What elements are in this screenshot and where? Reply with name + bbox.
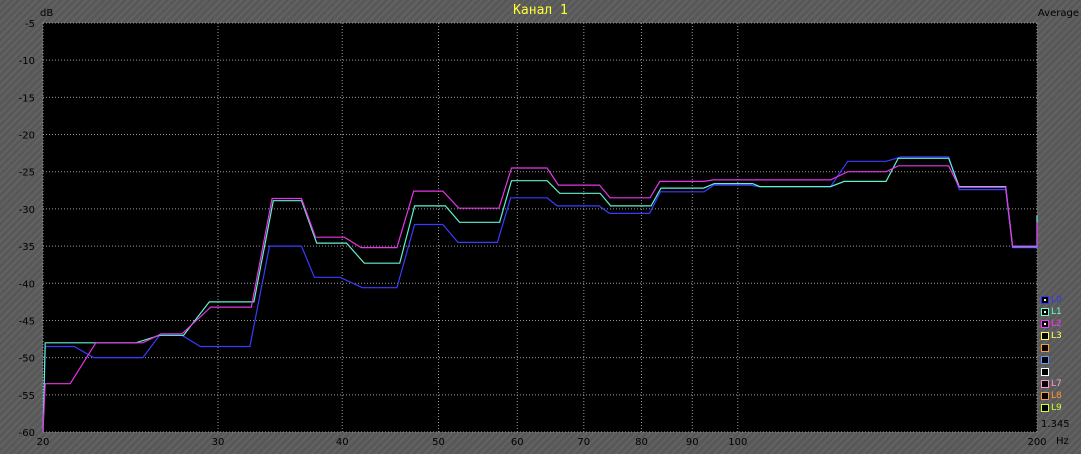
x-tick-label: 100 <box>728 437 747 448</box>
y-tick-label: -10 <box>19 56 35 67</box>
legend-label: L8 <box>1051 391 1062 401</box>
x-tick-label: 60 <box>511 437 524 448</box>
legend-label: L2 <box>1051 319 1062 329</box>
x-tick-label: 20 <box>37 437 50 448</box>
legend-item[interactable] <box>1041 366 1081 378</box>
x-tick-label: 90 <box>686 437 699 448</box>
x-axis-ticks: 20 30 40 50 60 70 80 90 100 200 <box>37 437 1047 448</box>
legend-checkbox[interactable] <box>1041 308 1049 316</box>
legend-item[interactable]: L8 <box>1041 390 1081 402</box>
legend-checkbox[interactable] <box>1041 392 1049 400</box>
x-tick-label: 50 <box>432 437 445 448</box>
spectrum-chart: -5 -10 -15 -20 -25 -30 -35 -40 -45 -50 -55 -60 20 30… <box>19 19 1047 448</box>
legend-label: L7 <box>1051 379 1062 389</box>
plot-area <box>43 23 1037 432</box>
legend: L0 L1 L2 L3 L7 L8 L9 <box>1041 294 1081 414</box>
x-unit-label: Hz <box>1056 436 1069 447</box>
x-tick-label: 200 <box>1027 437 1046 448</box>
legend-checkbox[interactable] <box>1041 380 1049 388</box>
legend-checkbox[interactable] <box>1041 332 1049 340</box>
y-tick-label: -35 <box>19 242 35 253</box>
y-tick-label: -30 <box>19 205 35 216</box>
legend-checkbox[interactable] <box>1041 356 1049 364</box>
legend-label: L1 <box>1051 307 1062 317</box>
legend-checkbox[interactable] <box>1041 404 1049 412</box>
y-tick-label: -50 <box>19 354 35 365</box>
legend-label: L9 <box>1051 403 1062 413</box>
legend-label: L3 <box>1051 331 1062 341</box>
y-tick-label: -5 <box>25 19 35 30</box>
y-tick-label: -45 <box>19 316 35 327</box>
chart-title: Канал 1 <box>513 3 568 18</box>
y-tick-label: -40 <box>19 279 35 290</box>
legend-item[interactable]: L2 <box>1041 318 1081 330</box>
y-tick-label: -55 <box>19 391 35 402</box>
y-tick-label: -20 <box>19 131 35 142</box>
x-tick-label: 40 <box>336 437 349 448</box>
level-readout: 1.345 <box>1041 419 1070 430</box>
y-tick-label: -15 <box>19 93 35 104</box>
legend-item[interactable] <box>1041 342 1081 354</box>
legend-checkbox[interactable] <box>1041 344 1049 352</box>
legend-item[interactable] <box>1041 354 1081 366</box>
legend-item[interactable]: L9 <box>1041 402 1081 414</box>
legend-item[interactable]: L3 <box>1041 330 1081 342</box>
x-tick-label: 80 <box>635 437 648 448</box>
legend-label: L0 <box>1051 295 1062 305</box>
legend-item[interactable]: L0 <box>1041 294 1081 306</box>
x-tick-label: 70 <box>577 437 590 448</box>
x-tick-label: 30 <box>212 437 225 448</box>
y-tick-label: -60 <box>19 428 35 439</box>
mode-label[interactable]: Average <box>1038 8 1079 19</box>
y-unit-label: dB <box>40 8 54 19</box>
legend-checkbox[interactable] <box>1041 296 1049 304</box>
legend-checkbox[interactable] <box>1041 368 1049 376</box>
legend-item[interactable]: L1 <box>1041 306 1081 318</box>
legend-checkbox[interactable] <box>1041 320 1049 328</box>
y-axis-ticks: -5 -10 -15 -20 -25 -30 -35 -40 -45 -50 -55 -60 <box>19 19 35 439</box>
y-tick-label: -25 <box>19 168 35 179</box>
legend-item[interactable]: L7 <box>1041 378 1081 390</box>
